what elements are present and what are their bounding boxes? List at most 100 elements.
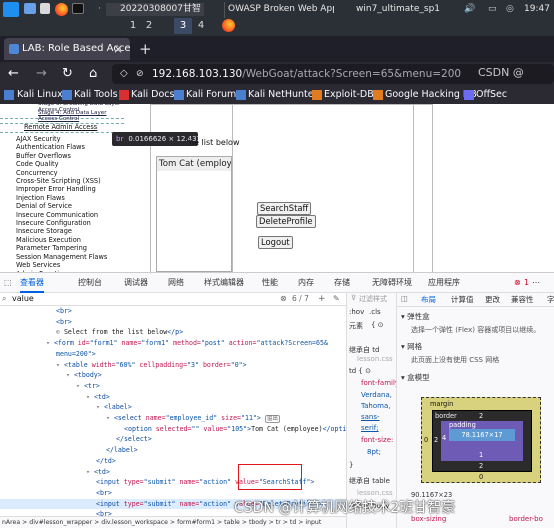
markup-line[interactable]: ▾ <tr> xyxy=(0,381,346,392)
markup-line[interactable]: <br> xyxy=(0,317,346,328)
nav-stage-4[interactable]: Stage 4: Add Data Layer Access Control xyxy=(38,110,124,122)
url-text[interactable]: 192.168.103.130/WebGoat/attack?Screen=65… xyxy=(152,64,461,84)
new-tab-icon[interactable]: + xyxy=(139,38,152,60)
tab-performance[interactable]: 性能 xyxy=(262,273,278,293)
home-icon[interactable]: ⌂ xyxy=(89,62,97,86)
clear-search-icon[interactable]: ⊗ xyxy=(280,293,287,305)
nav-item[interactable]: Insecure Storage xyxy=(16,227,124,235)
filter-styles-input[interactable]: 过滤样式 xyxy=(359,294,387,304)
font-size-prop[interactable]: font-size: xyxy=(361,436,393,444)
border-top-value[interactable]: 2 xyxy=(479,412,483,420)
close-tab-icon[interactable]: × xyxy=(113,38,123,60)
nav-item[interactable]: Session Management Flaws xyxy=(16,253,124,261)
employee-option[interactable]: Tom Cat (employee) xyxy=(157,157,231,171)
firefox-window-icon[interactable] xyxy=(222,19,235,32)
firefox-icon[interactable] xyxy=(55,3,68,16)
border-bottom-value[interactable]: 2 xyxy=(479,462,483,470)
nav-item[interactable]: Denial of Service xyxy=(16,202,124,210)
battery-icon[interactable]: ▭ xyxy=(488,3,502,16)
nav-item[interactable]: Injection Flaws xyxy=(16,194,124,202)
workspace-2[interactable]: 2 xyxy=(140,18,158,34)
file-manager-icon[interactable] xyxy=(40,3,50,14)
devtools-options-icon[interactable]: ⋯ xyxy=(532,273,540,293)
grid-section-toggle[interactable]: ▾ 网格 xyxy=(401,341,422,352)
workspace-3[interactable]: 3 xyxy=(174,18,192,34)
markup-line[interactable]: ▾ <form id="form1" name="form1" method="… xyxy=(0,338,346,349)
nav-item[interactable]: Cross-Site Scripting (XSS) xyxy=(16,177,124,185)
shield-icon[interactable]: ◇ xyxy=(120,64,128,84)
markup-line[interactable]: </label> xyxy=(0,445,346,456)
markup-search[interactable]: ⌕ value ⊗ 6 / 7 + ✎ xyxy=(0,293,346,306)
font-family-value[interactable]: Tahoma, xyxy=(361,402,390,410)
tab-storage[interactable]: 存储 xyxy=(334,273,350,293)
kali-menu-icon[interactable] xyxy=(3,2,19,17)
font-family-value[interactable]: Verdana, xyxy=(361,391,392,399)
workspace-4[interactable]: 4 xyxy=(192,18,210,34)
markup-line[interactable]: ▾ <table width="60%" cellpadding="3" bor… xyxy=(0,360,346,371)
tab-debugger[interactable]: 调试器 xyxy=(124,273,148,293)
back-icon[interactable]: ← xyxy=(8,62,19,86)
bookmark-kali-tools[interactable]: Kali Tools xyxy=(74,86,118,104)
nav-item[interactable]: Authentication Flaws xyxy=(16,143,124,151)
breadcrumb[interactable]: nArea > div#lesson_wrapper > div.lesson_… xyxy=(0,516,346,528)
box-model-content[interactable]: 78.1167×17 xyxy=(449,429,515,441)
employee-select[interactable]: Tom Cat (employee) xyxy=(156,156,232,272)
nav-item[interactable]: Improper Error Handling xyxy=(16,185,124,193)
nav-item[interactable]: AJAX Security xyxy=(16,135,124,143)
search-input[interactable]: value xyxy=(12,293,34,305)
terminal-icon[interactable] xyxy=(72,3,84,14)
markup-line[interactable]: ▾ <tbody> xyxy=(0,370,346,381)
nav-item[interactable]: Malicious Execution xyxy=(16,236,124,244)
add-node-icon[interactable]: + xyxy=(318,293,326,305)
box-model-border[interactable]: border 2 2 2 padding 1 4 1 78.1167×17 xyxy=(432,410,532,472)
tab-accessibility[interactable]: 无障碍环境 xyxy=(372,273,412,293)
padding-left-value[interactable]: 4 xyxy=(442,434,446,442)
nav-item[interactable]: Parameter Tampering xyxy=(16,244,124,252)
desktop-icon[interactable] xyxy=(24,3,36,14)
sidebar-toggle-icon[interactable]: ◫ xyxy=(401,294,408,303)
margin-left-value[interactable]: 0 xyxy=(424,436,428,444)
markup-line[interactable]: ▾ <select name="employee_id" size="11"> … xyxy=(0,413,346,424)
tab-fonts[interactable]: 字体 xyxy=(547,294,554,305)
bookmark-kali-docs[interactable]: Kali Docs xyxy=(131,86,174,104)
pick-element-icon[interactable]: ⬚ xyxy=(4,273,12,293)
font-family-value[interactable]: serif; xyxy=(361,424,379,432)
nav-item[interactable]: Insecure Configuration xyxy=(16,219,124,227)
rule-source[interactable]: lesson.css xyxy=(357,489,393,497)
logout-button[interactable]: Logout xyxy=(258,236,293,249)
tab-memory[interactable]: 内存 xyxy=(298,273,314,293)
markup-line[interactable]: <br> xyxy=(0,306,346,317)
flexbox-section-toggle[interactable]: ▾ 弹性盒 xyxy=(401,311,430,322)
reload-icon[interactable]: ↻ xyxy=(62,62,73,86)
markup-line[interactable]: <option selected="" value="105">Tom Cat … xyxy=(0,424,346,435)
font-family-value[interactable]: sans- xyxy=(361,413,380,421)
rule-source[interactable]: lesson.css xyxy=(357,355,393,363)
bookmark-exploit-db[interactable]: Exploit-DB xyxy=(324,86,374,104)
bookmark-kali-nethunter[interactable]: Kali NetHunter xyxy=(248,86,318,104)
bookmark-offsec[interactable]: OffSec xyxy=(476,86,507,104)
markup-line[interactable]: ▾ <td> xyxy=(0,392,346,403)
nav-item[interactable]: Concurrency xyxy=(16,169,124,177)
bookmark-google-hacking-db[interactable]: Google Hacking DB xyxy=(385,86,477,104)
markup-line[interactable]: ▾ <label> xyxy=(0,402,346,413)
margin-bottom-value[interactable]: 0 xyxy=(479,473,483,481)
markup-line[interactable]: </select> xyxy=(0,434,346,445)
nav-remote-admin[interactable]: Remote Admin Access xyxy=(24,123,97,131)
cls-toggle[interactable]: .cls xyxy=(369,308,381,316)
padding-bottom-value[interactable]: 1 xyxy=(479,451,483,459)
window-button-1[interactable]: OWASP Broken Web Apps VM... xyxy=(214,3,334,16)
boxmodel-section-toggle[interactable]: ▾ 盒模型 xyxy=(401,372,430,383)
volume-icon[interactable]: 🔊 xyxy=(464,3,486,16)
search-staff-button[interactable]: SearchStaff xyxy=(257,202,312,215)
window-button-0[interactable]: 20220308007甘智 xyxy=(106,3,204,16)
tab-console[interactable]: 控制台 xyxy=(78,273,102,293)
forward-icon[interactable]: → xyxy=(36,62,47,86)
tab-inspector[interactable]: 查看器 xyxy=(20,273,44,293)
box-model-padding[interactable]: padding 1 4 1 78.1167×17 xyxy=(441,421,523,461)
tab-layout[interactable]: 布局 xyxy=(421,294,436,305)
font-size-value[interactable]: 8pt; xyxy=(367,448,381,456)
lock-icon[interactable]: ⊘ xyxy=(136,64,144,84)
bookmark-kali-forums[interactable]: Kali Forums xyxy=(186,86,241,104)
tab-application[interactable]: 应用程序 xyxy=(428,273,460,293)
hov-toggle[interactable]: :hov xyxy=(349,308,364,316)
